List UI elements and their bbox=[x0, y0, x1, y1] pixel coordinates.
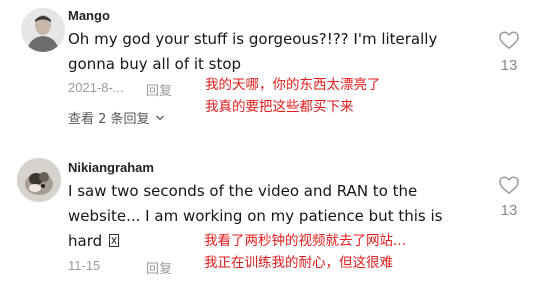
comment-date: 11-15 bbox=[68, 258, 101, 273]
like-count: 13 bbox=[500, 202, 518, 219]
comment-item: Mango Oh my god your stuff is gorgeous?!… bbox=[0, 0, 548, 138]
view-replies-button[interactable]: 查看 2 条回复 bbox=[68, 108, 165, 127]
translation-line: 我正在训练我的耐心，但这很难 bbox=[204, 255, 393, 271]
translation-line: 我的天哪，你的东西太漂亮了 bbox=[205, 77, 381, 93]
comment-text: Oh my god your stuff is gorgeous?!?? I'm… bbox=[68, 27, 437, 77]
view-replies-label: 查看 2 条回复 bbox=[68, 112, 150, 127]
missing-glyph-icon bbox=[108, 234, 119, 247]
like-button[interactable]: 13 bbox=[494, 30, 524, 74]
like-button[interactable]: 13 bbox=[494, 175, 524, 219]
comment-text-line: I saw two seconds of the video and RAN t… bbox=[68, 182, 418, 200]
comment-item: Nikiangraham I saw two seconds of the vi… bbox=[0, 148, 548, 289]
translation-annotation: 我的天哪，你的东西太漂亮了 我真的要把这些都买下来 bbox=[205, 74, 381, 118]
translation-annotation: 我看了两秒钟的视频就去了网站... 我正在训练我的耐心，但这很难 bbox=[204, 230, 406, 274]
translation-line: 我看了两秒钟的视频就去了网站... bbox=[204, 233, 406, 249]
reply-button[interactable]: 回复 bbox=[146, 258, 172, 277]
username[interactable]: Mango bbox=[68, 8, 110, 23]
comment-text-line: Oh my god your stuff is gorgeous?!?? I'm… bbox=[68, 30, 438, 48]
chevron-down-icon bbox=[155, 115, 164, 120]
comment-date: 2021-8-... bbox=[68, 80, 124, 95]
avatar[interactable] bbox=[21, 8, 65, 52]
translation-line: 我真的要把这些都买下来 bbox=[205, 99, 354, 115]
user-avatar-image bbox=[21, 8, 65, 52]
user-avatar-image bbox=[17, 158, 61, 202]
heart-outline-icon bbox=[499, 31, 519, 49]
like-count: 13 bbox=[500, 57, 518, 74]
comment-text-line: website... I am working on my patience b… bbox=[68, 207, 443, 225]
avatar[interactable] bbox=[17, 158, 61, 202]
reply-button[interactable]: 回复 bbox=[146, 80, 172, 99]
comment-text-line: hard bbox=[68, 232, 103, 250]
heart-outline-icon bbox=[499, 176, 519, 194]
username[interactable]: Nikiangraham bbox=[68, 160, 154, 175]
